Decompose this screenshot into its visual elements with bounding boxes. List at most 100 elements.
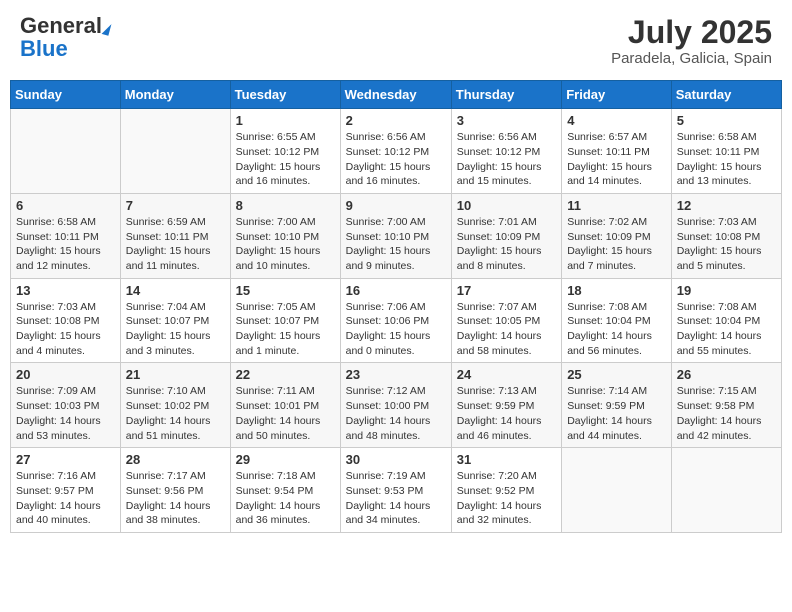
cell-content: Sunrise: 7:03 AMSunset: 10:08 PMDaylight… [16,300,115,359]
cell-content: Sunrise: 7:14 AMSunset: 9:59 PMDaylight:… [567,384,666,443]
calendar-cell: 6Sunrise: 6:58 AMSunset: 10:11 PMDayligh… [11,193,121,278]
calendar-cell: 17 Sunrise: 7:07 AMSunset: 10:05 PMDaylig… [451,278,561,363]
cell-content: Sunrise: 6:58 AMSunset: 10:11 PMDaylight… [16,215,115,274]
day-number: 9 [346,198,446,213]
calendar-table: SundayMondayTuesdayWednesdayThursdayFrid… [10,80,782,533]
day-number: 3 [457,113,556,128]
cell-content: Sunrise: 7:09 AMSunset: 10:03 PMDaylight… [16,384,115,443]
calendar-cell: 27 Sunrise: 7:16 AMSunset: 9:57 PMDayligh… [11,448,121,533]
logo: General Blue [20,15,110,61]
calendar-cell: 9Sunrise: 7:00 AMSunset: 10:10 PMDayligh… [340,193,451,278]
column-header-sunday: Sunday [11,81,121,109]
day-number: 13 [16,283,115,298]
day-number: 17 [457,283,556,298]
calendar-cell: 20Sunrise: 7:09 AMSunset: 10:03 PMDaylig… [11,363,121,448]
calendar-cell: 18 Sunrise: 7:08 AMSunset: 10:04 PMDaylig… [562,278,672,363]
calendar-cell: 8 Sunrise: 7:00 AMSunset: 10:10 PMDayligh… [230,193,340,278]
day-number: 21 [126,367,225,382]
cell-content: Sunrise: 7:16 AMSunset: 9:57 PMDaylight:… [16,469,115,528]
column-header-friday: Friday [562,81,672,109]
cell-content: Sunrise: 7:07 AMSunset: 10:05 PMDaylight… [457,300,556,359]
calendar-cell: 31 Sunrise: 7:20 AMSunset: 9:52 PMDayligh… [451,448,561,533]
calendar-cell: 7 Sunrise: 6:59 AMSunset: 10:11 PMDayligh… [120,193,230,278]
calendar-cell: 26Sunrise: 7:15 AMSunset: 9:58 PMDayligh… [671,363,781,448]
calendar-cell: 10 Sunrise: 7:01 AMSunset: 10:09 PMDaylig… [451,193,561,278]
logo-blue-text: Blue [20,38,68,61]
calendar-cell [120,109,230,194]
day-number: 12 [677,198,776,213]
day-number: 7 [126,198,225,213]
calendar-header-row: SundayMondayTuesdayWednesdayThursdayFrid… [11,81,782,109]
day-number: 11 [567,198,666,213]
calendar-cell: 28Sunrise: 7:17 AMSunset: 9:56 PMDayligh… [120,448,230,533]
cell-content: Sunrise: 7:03 AMSunset: 10:08 PMDaylight… [677,215,776,274]
day-number: 23 [346,367,446,382]
logo-blue: Blue [20,36,68,61]
logo-general: General [20,13,102,38]
calendar-cell: 19Sunrise: 7:08 AMSunset: 10:04 PMDaylig… [671,278,781,363]
calendar-cell: 30Sunrise: 7:19 AMSunset: 9:53 PMDayligh… [340,448,451,533]
cell-content: Sunrise: 7:20 AMSunset: 9:52 PMDaylight:… [457,469,556,528]
cell-content: Sunrise: 6:55 AMSunset: 10:12 PMDaylight… [236,130,335,189]
calendar-cell: 24 Sunrise: 7:13 AMSunset: 9:59 PMDayligh… [451,363,561,448]
calendar-cell: 12 Sunrise: 7:03 AMSunset: 10:08 PMDaylig… [671,193,781,278]
page-header: General Blue July 2025 Paradela, Galicia… [10,10,782,72]
calendar-cell [11,109,121,194]
calendar-cell: 11 Sunrise: 7:02 AMSunset: 10:09 PMDaylig… [562,193,672,278]
calendar-week-row: 6Sunrise: 6:58 AMSunset: 10:11 PMDayligh… [11,193,782,278]
day-number: 10 [457,198,556,213]
calendar-week-row: 1 Sunrise: 6:55 AMSunset: 10:12 PMDayligh… [11,109,782,194]
day-number: 24 [457,367,556,382]
day-number: 18 [567,283,666,298]
day-number: 31 [457,452,556,467]
cell-content: Sunrise: 7:15 AMSunset: 9:58 PMDaylight:… [677,384,776,443]
calendar-cell: 23 Sunrise: 7:12 AMSunset: 10:00 PMDaylig… [340,363,451,448]
calendar-cell: 3Sunrise: 6:56 AMSunset: 10:12 PMDayligh… [451,109,561,194]
cell-content: Sunrise: 7:12 AMSunset: 10:00 PMDaylight… [346,384,446,443]
cell-content: Sunrise: 7:18 AMSunset: 9:54 PMDaylight:… [236,469,335,528]
calendar-cell: 5Sunrise: 6:58 AMSunset: 10:11 PMDayligh… [671,109,781,194]
calendar-cell: 2 Sunrise: 6:56 AMSunset: 10:12 PMDayligh… [340,109,451,194]
day-number: 14 [126,283,225,298]
month-title: July 2025 [611,15,772,50]
cell-content: Sunrise: 7:02 AMSunset: 10:09 PMDaylight… [567,215,666,274]
cell-content: Sunrise: 7:00 AMSunset: 10:10 PMDaylight… [236,215,335,274]
cell-content: Sunrise: 6:57 AMSunset: 10:11 PMDaylight… [567,130,666,189]
column-header-monday: Monday [120,81,230,109]
cell-content: Sunrise: 7:17 AMSunset: 9:56 PMDaylight:… [126,469,225,528]
column-header-thursday: Thursday [451,81,561,109]
calendar-cell [671,448,781,533]
day-number: 16 [346,283,446,298]
cell-content: Sunrise: 7:13 AMSunset: 9:59 PMDaylight:… [457,384,556,443]
calendar-cell: 16Sunrise: 7:06 AMSunset: 10:06 PMDaylig… [340,278,451,363]
column-header-tuesday: Tuesday [230,81,340,109]
cell-content: Sunrise: 6:56 AMSunset: 10:12 PMDaylight… [346,130,446,189]
calendar-cell: 15 Sunrise: 7:05 AMSunset: 10:07 PMDaylig… [230,278,340,363]
day-number: 30 [346,452,446,467]
calendar-cell: 13 Sunrise: 7:03 AMSunset: 10:08 PMDaylig… [11,278,121,363]
calendar-cell [562,448,672,533]
cell-content: Sunrise: 7:08 AMSunset: 10:04 PMDaylight… [567,300,666,359]
day-number: 1 [236,113,335,128]
cell-content: Sunrise: 7:10 AMSunset: 10:02 PMDaylight… [126,384,225,443]
location: Paradela, Galicia, Spain [611,50,772,67]
calendar-week-row: 20Sunrise: 7:09 AMSunset: 10:03 PMDaylig… [11,363,782,448]
day-number: 29 [236,452,335,467]
day-number: 8 [236,198,335,213]
calendar-week-row: 27 Sunrise: 7:16 AMSunset: 9:57 PMDayligh… [11,448,782,533]
day-number: 4 [567,113,666,128]
day-number: 25 [567,367,666,382]
calendar-cell: 21 Sunrise: 7:10 AMSunset: 10:02 PMDaylig… [120,363,230,448]
cell-content: Sunrise: 7:04 AMSunset: 10:07 PMDaylight… [126,300,225,359]
day-number: 2 [346,113,446,128]
cell-content: Sunrise: 6:59 AMSunset: 10:11 PMDaylight… [126,215,225,274]
cell-content: Sunrise: 7:11 AMSunset: 10:01 PMDaylight… [236,384,335,443]
calendar-cell: 22 Sunrise: 7:11 AMSunset: 10:01 PMDaylig… [230,363,340,448]
day-number: 15 [236,283,335,298]
cell-content: Sunrise: 7:01 AMSunset: 10:09 PMDaylight… [457,215,556,274]
cell-content: Sunrise: 7:05 AMSunset: 10:07 PMDaylight… [236,300,335,359]
column-header-wednesday: Wednesday [340,81,451,109]
day-number: 22 [236,367,335,382]
column-header-saturday: Saturday [671,81,781,109]
day-number: 27 [16,452,115,467]
